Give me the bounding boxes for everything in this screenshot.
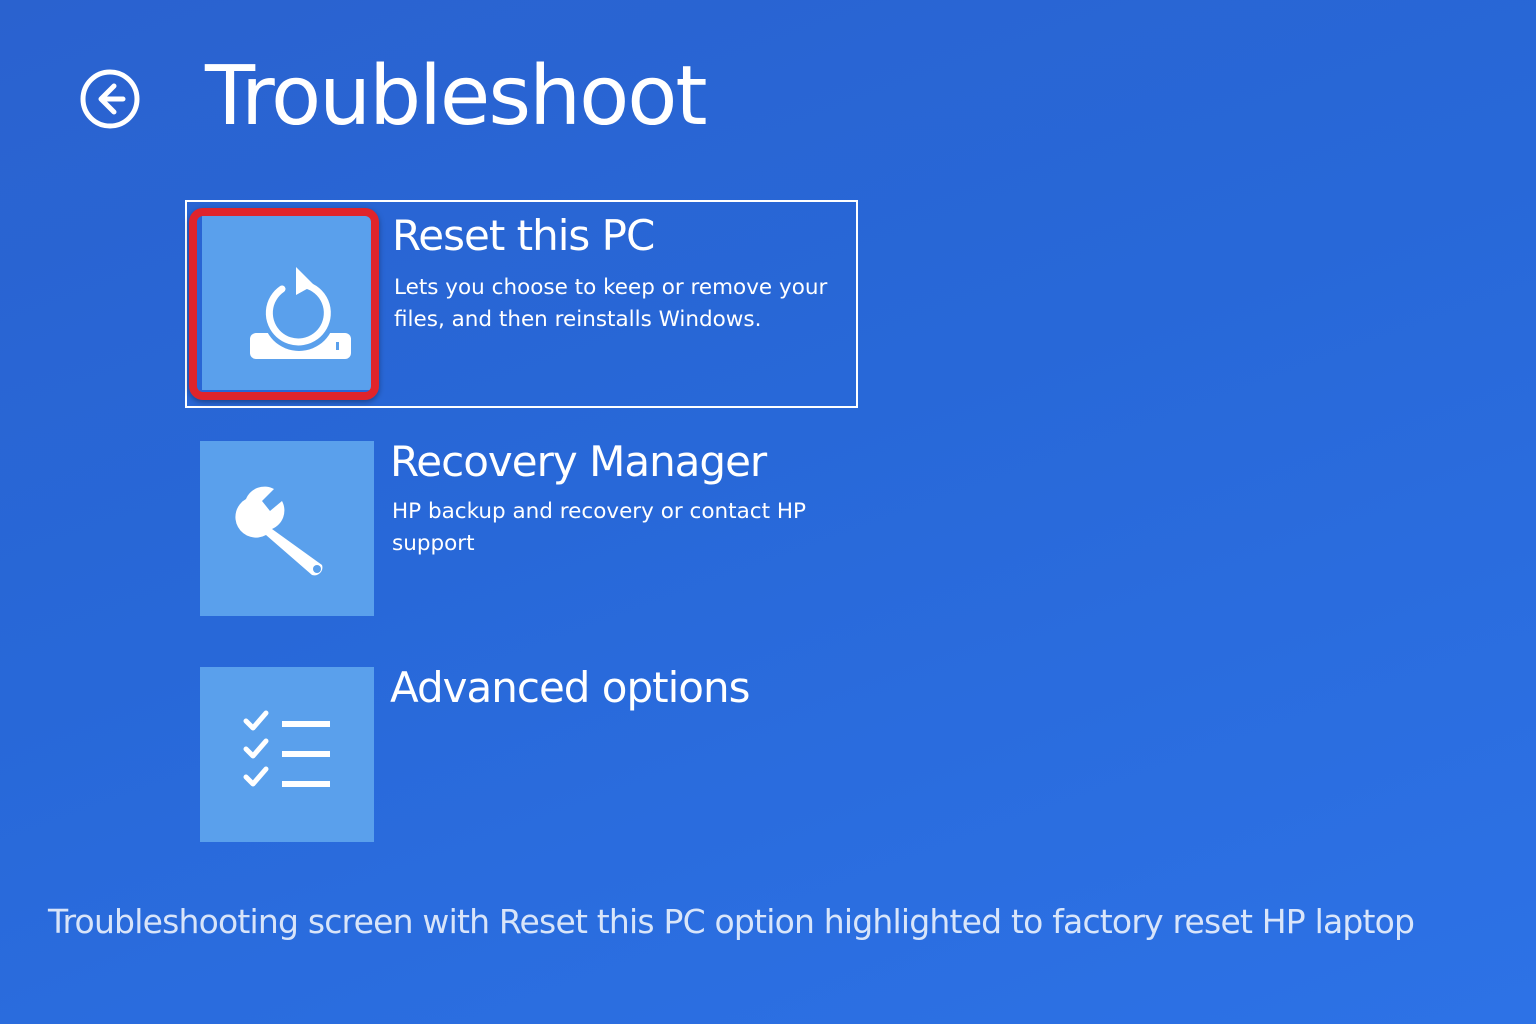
option-title: Reset this PC: [392, 211, 655, 260]
checklist-icon: [243, 710, 330, 787]
option-tile: [200, 441, 374, 616]
option-advanced-options[interactable]: Advanced options: [185, 654, 858, 844]
option-recovery-manager[interactable]: Recovery Manager HP backup and recovery …: [185, 428, 858, 618]
image-caption: Troubleshooting screen with Reset this P…: [48, 902, 1415, 941]
option-reset-this-pc[interactable]: Reset this PC Lets you choose to keep or…: [185, 200, 858, 408]
option-title: Advanced options: [390, 663, 750, 712]
back-button[interactable]: [79, 68, 141, 130]
option-description: HP backup and recovery or contact HP sup…: [392, 499, 806, 556]
option-tile: [200, 667, 374, 842]
reset-pc-icon: [250, 267, 351, 359]
option-tile: [202, 215, 376, 390]
back-arrow-circle-icon: [80, 69, 140, 129]
wrench-icon: [235, 486, 323, 576]
page-title: Troubleshoot: [205, 49, 708, 144]
option-description: Lets you choose to keep or remove your f…: [394, 275, 828, 332]
option-title: Recovery Manager: [390, 437, 767, 486]
